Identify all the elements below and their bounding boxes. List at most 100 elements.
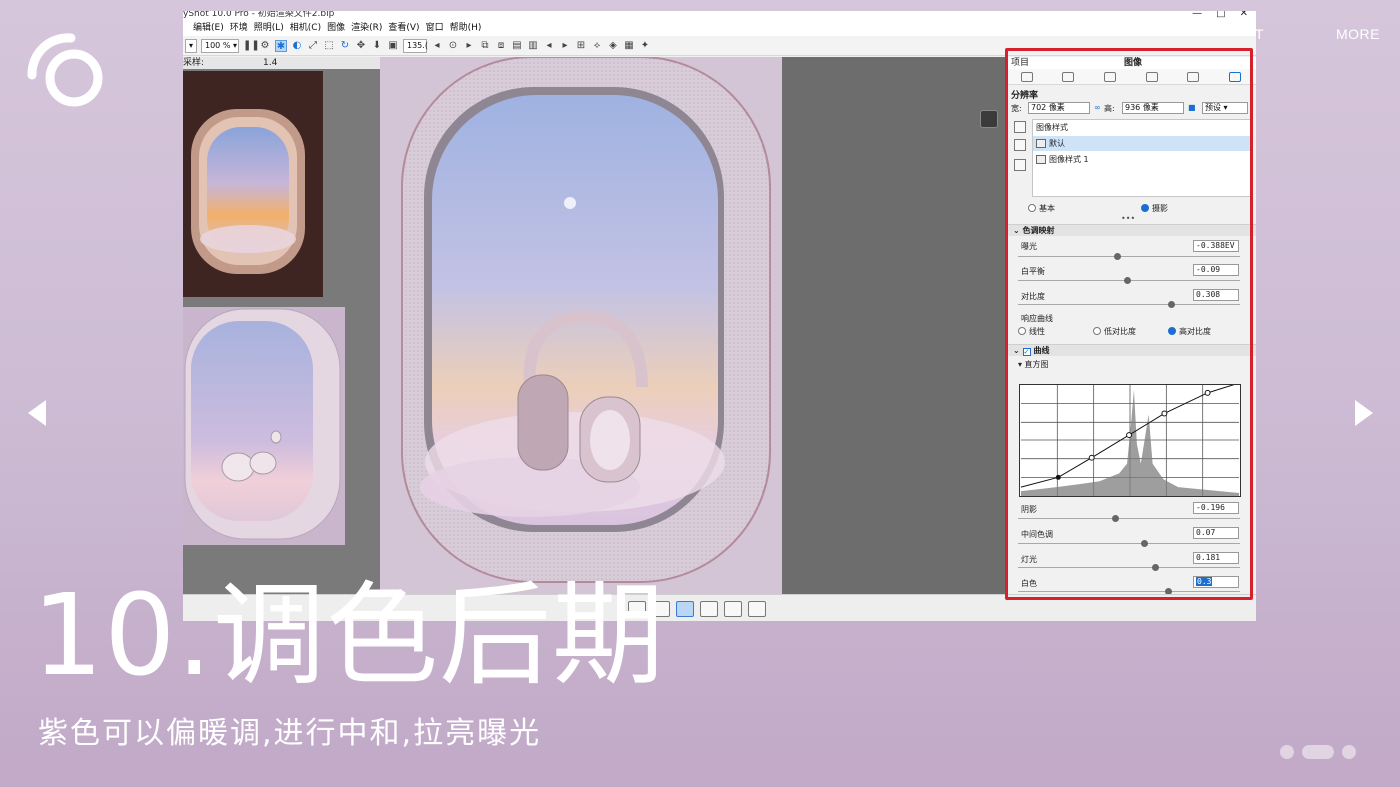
shadows-input[interactable]: -0.196 [1193, 502, 1239, 514]
viewport-overlay-icon[interactable] [980, 110, 998, 128]
light-icon[interactable]: ✦ [639, 40, 651, 52]
cube-icon[interactable]: ▦ [623, 40, 635, 52]
crop-icon[interactable]: ⤢ [307, 40, 319, 52]
curve-point[interactable] [1126, 432, 1132, 439]
menu-render[interactable]: 渲染(R) [351, 21, 382, 36]
histogram-toggle[interactable]: ▾ 直方图 [1018, 359, 1049, 370]
curve-point[interactable] [1161, 410, 1168, 417]
copy-icon[interactable]: ⧉ [479, 40, 491, 52]
move-icon[interactable]: ✥ [355, 40, 367, 52]
zoom-select[interactable]: 100 % ▾ [201, 38, 239, 53]
layers-icon[interactable]: ▤ [511, 40, 523, 52]
rotate-icon[interactable]: ↻ [339, 40, 351, 52]
add-style-icon[interactable] [1014, 121, 1026, 133]
menu-view[interactable]: 查看(V) [388, 21, 419, 36]
curve-editor[interactable] [1019, 384, 1241, 497]
white-balance-knob[interactable] [1124, 277, 1131, 284]
prev-icon[interactable]: ◂ [431, 40, 443, 52]
prev-slide-arrow-icon[interactable] [28, 400, 46, 426]
more-options-icon[interactable]: ••• [1121, 214, 1135, 223]
menu-image[interactable]: 图像 [327, 21, 345, 36]
midtones-knob[interactable] [1141, 540, 1148, 547]
lock-icon[interactable]: ■ [1188, 103, 1196, 112]
next-slide-arrow-icon[interactable] [1355, 400, 1373, 426]
down-arrow-icon[interactable]: ⬇ [371, 40, 383, 52]
mode-basic-radio[interactable]: 基本 [1028, 203, 1055, 214]
menu-environment[interactable]: 环境 [230, 21, 248, 36]
more-link[interactable]: MORE [1336, 26, 1380, 42]
stack-icon[interactable]: ▥ [527, 40, 539, 52]
lighting-tab-icon[interactable] [1187, 71, 1200, 82]
contrast-knob[interactable] [1168, 301, 1175, 308]
shadows-slider[interactable] [1018, 515, 1240, 522]
scene-tab-icon[interactable] [1020, 71, 1033, 82]
nav-partial-label[interactable]: T [1255, 26, 1264, 42]
animation-icon[interactable] [700, 601, 718, 617]
width-input[interactable]: 702 像素 [1028, 102, 1090, 114]
render-icon[interactable] [748, 601, 766, 617]
whites-input[interactable]: 0.3 [1193, 576, 1239, 588]
whites-slider[interactable] [1018, 588, 1240, 595]
transform-icon[interactable]: ⟡ [591, 40, 603, 52]
curves-checkbox-icon[interactable]: ✓ [1022, 348, 1031, 356]
response-high-radio[interactable]: 高对比度 [1168, 326, 1211, 337]
menu-edit[interactable]: 编辑(E) [193, 21, 224, 36]
exposure-input[interactable]: -0.388EV [1193, 240, 1239, 252]
exposure-knob[interactable] [1114, 253, 1121, 260]
region-icon[interactable]: ◐ [291, 40, 303, 52]
paste-icon[interactable]: ⧈ [495, 40, 507, 52]
white-balance-slider[interactable] [1018, 277, 1240, 284]
mode-photo-radio[interactable]: 摄影 [1141, 203, 1168, 214]
project-tab[interactable]: 项目 [1011, 57, 1029, 69]
contrast-input[interactable]: 0.308 [1193, 289, 1239, 301]
curves-section[interactable]: ⌄ ✓ 曲线 [1006, 344, 1256, 356]
highlights-knob[interactable] [1152, 564, 1159, 571]
exposure-slider[interactable] [1018, 253, 1240, 260]
menu-help[interactable]: 帮助(H) [450, 21, 482, 36]
menu-camera[interactable]: 相机(C) [290, 21, 321, 36]
height-input[interactable]: 936 像素 [1122, 102, 1184, 114]
next-icon[interactable]: ▸ [463, 40, 475, 52]
minimize-button[interactable]: — [1192, 11, 1202, 19]
response-low-radio[interactable]: 低对比度 [1093, 326, 1136, 337]
menu-window[interactable]: 窗口 [426, 21, 444, 36]
material-icon[interactable]: ◈ [607, 40, 619, 52]
maximize-button[interactable]: □ [1216, 11, 1225, 19]
environment-tab-icon[interactable] [1145, 71, 1158, 82]
render-viewport[interactable] [380, 57, 782, 594]
curve-point[interactable] [1204, 389, 1211, 396]
delete-style-icon[interactable] [1014, 159, 1026, 171]
duplicate-style-icon[interactable] [1014, 139, 1026, 151]
page-dot[interactable] [1280, 745, 1294, 759]
preset-select[interactable]: 预设 ▾ [1202, 102, 1248, 114]
midtones-slider[interactable] [1018, 540, 1240, 547]
keyvr-icon[interactable] [724, 601, 742, 617]
fov-input[interactable]: 135.( [403, 38, 428, 53]
camera-icon[interactable]: ⊙ [447, 40, 459, 52]
pause-icon[interactable]: ❚❚ [243, 40, 260, 52]
tone-mapping-section[interactable]: ⌄ 色调映射 [1006, 224, 1256, 236]
style-item-default[interactable]: 默认 [1033, 136, 1252, 151]
snap-icon[interactable]: ⊞ [575, 40, 587, 52]
performance-icon[interactable]: ✱ [275, 39, 287, 52]
mode-select[interactable]: ▾ [185, 38, 197, 53]
close-button[interactable]: ✕ [1240, 11, 1248, 19]
page-dot[interactable] [1342, 745, 1356, 759]
material-tab-icon[interactable] [1062, 71, 1075, 82]
curve-point[interactable] [1055, 474, 1061, 480]
fwd-icon[interactable]: ▸ [559, 40, 571, 52]
link-icon[interactable]: ∞ [1094, 103, 1102, 112]
back-icon[interactable]: ◂ [543, 40, 555, 52]
page-dot-active[interactable] [1302, 745, 1334, 759]
shadows-knob[interactable] [1112, 515, 1119, 522]
response-linear-radio[interactable]: 线性 [1018, 326, 1045, 337]
project-toggle-icon[interactable] [676, 601, 694, 617]
image-tab-icon[interactable] [1229, 71, 1242, 82]
select-icon[interactable]: ⬚ [323, 40, 335, 52]
midtones-input[interactable]: 0.07 [1193, 527, 1239, 539]
camera-tab-icon[interactable] [1104, 71, 1117, 82]
reference-thumbnail-earbuds[interactable] [183, 307, 345, 545]
white-balance-input[interactable]: -0.09 [1193, 264, 1239, 276]
menu-lighting[interactable]: 照明(L) [254, 21, 284, 36]
curve-point[interactable] [1088, 454, 1095, 461]
